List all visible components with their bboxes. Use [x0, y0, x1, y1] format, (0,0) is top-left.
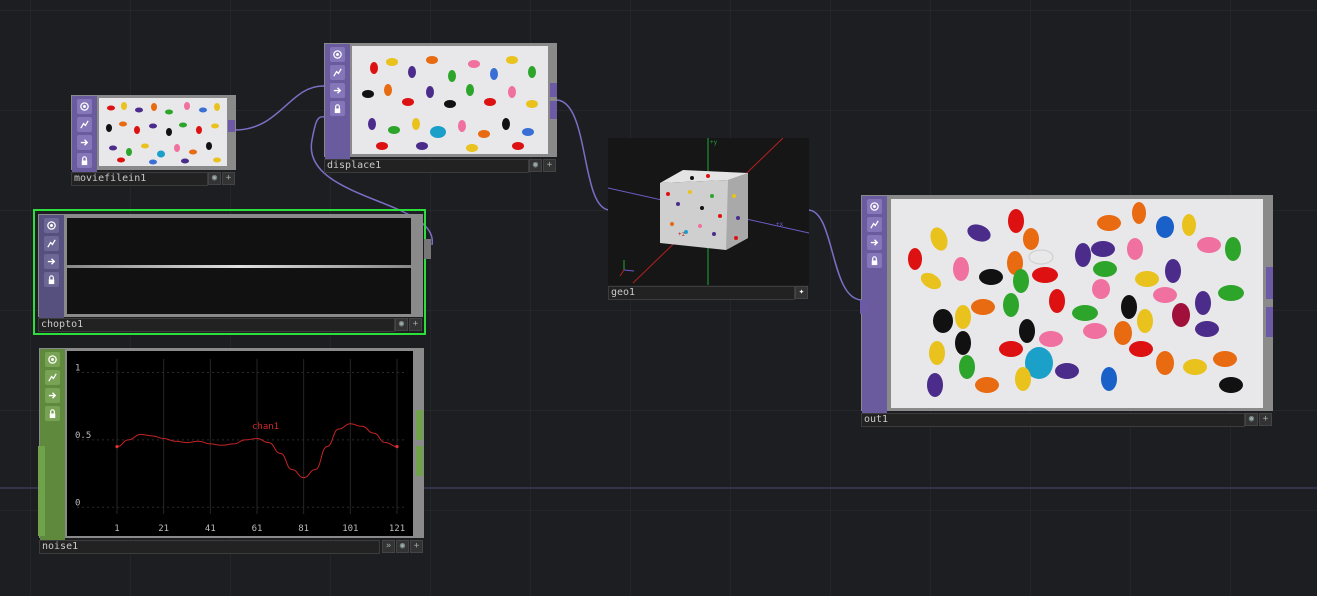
- noise-chart: 00.51 1 21 41 61 81 101 121 chan1: [75, 359, 405, 534]
- node-flags: [72, 96, 97, 172]
- data-strip: [67, 265, 411, 268]
- bypass-icon[interactable]: [44, 236, 59, 251]
- viewer-displace1: [352, 46, 548, 154]
- input-port[interactable]: [38, 446, 45, 536]
- output-port-2[interactable]: [416, 446, 423, 476]
- y-tick-label: 0.5: [75, 431, 91, 441]
- chart-x-ticks: 1 21 41 61 81 101 121: [114, 524, 405, 534]
- output-port[interactable]: [424, 239, 431, 259]
- axis-label-z: +z: [678, 231, 686, 238]
- viewer-icon[interactable]: [45, 352, 60, 367]
- bypass-icon[interactable]: [45, 370, 60, 385]
- cook-arrow-icon[interactable]: [44, 254, 59, 269]
- output-port[interactable]: [228, 120, 235, 132]
- viewer-icon[interactable]: [330, 47, 345, 62]
- x-tick-label: 61: [252, 524, 263, 534]
- series-endpoint: [115, 445, 119, 449]
- node-noise1[interactable]: 0 0.5 1 1 21 41 61 81 101 121 chan1 noise1 » ◉ +: [38, 348, 424, 554]
- lock-icon[interactable]: [77, 153, 92, 168]
- wire-displace-geo: [555, 99, 611, 211]
- bypass-icon[interactable]: [867, 217, 882, 232]
- output-port-2[interactable]: [1266, 307, 1273, 337]
- bypass-icon[interactable]: [77, 117, 92, 132]
- chart-grid: [77, 359, 405, 514]
- viewer-moviefilein1: [99, 98, 227, 166]
- node-name-label[interactable]: out1: [861, 413, 1245, 427]
- node-moviefilein1[interactable]: moviefilein1 ◉ +: [71, 95, 236, 187]
- viewer-geo1: +y +x +z: [608, 138, 809, 285]
- node-name-label[interactable]: moviefilein1: [71, 172, 208, 186]
- geo-viewport: +y +x +z: [608, 138, 809, 285]
- x-tick-label: 21: [158, 524, 169, 534]
- viewer-icon[interactable]: [77, 99, 92, 114]
- lock-icon[interactable]: [867, 253, 882, 268]
- node-out1[interactable]: out1 ◉ +: [860, 195, 1273, 427]
- viewer-toggle-icon[interactable]: ◉: [529, 159, 542, 172]
- node-displace1[interactable]: displace1 ◉ +: [324, 43, 557, 173]
- x-tick-label: 121: [389, 524, 405, 534]
- cook-arrow-icon[interactable]: [45, 388, 60, 403]
- viewer-icon[interactable]: [867, 199, 882, 214]
- plus-icon[interactable]: ✦: [795, 286, 808, 299]
- output-port[interactable]: [550, 83, 557, 97]
- cook-arrow-icon[interactable]: [330, 83, 345, 98]
- lock-icon[interactable]: [45, 406, 60, 421]
- node-geo1[interactable]: +y +x +z geo1 ✦: [608, 138, 809, 300]
- axis-gizmo-icon: [619, 260, 635, 277]
- jellybeans-image: [106, 102, 221, 165]
- node-name-label[interactable]: displace1: [324, 159, 529, 173]
- plus-icon[interactable]: +: [543, 159, 556, 172]
- jellybeans-image: [908, 202, 1244, 397]
- viewer-toggle-icon[interactable]: ◉: [395, 318, 408, 331]
- wire-moviefilein-displace: [234, 85, 325, 131]
- plus-icon[interactable]: +: [1259, 413, 1272, 426]
- plus-icon[interactable]: +: [222, 172, 235, 185]
- viewer-icon[interactable]: [44, 218, 59, 233]
- x-tick-label: 101: [342, 524, 358, 534]
- y-tick-label: 1: [75, 363, 80, 373]
- node-name-label[interactable]: chopto1: [38, 318, 395, 332]
- node-name-label[interactable]: noise1: [39, 540, 380, 554]
- viewer-noise1: 0 0.5 1 1 21 41 61 81 101 121 chan1: [67, 351, 413, 536]
- plus-icon[interactable]: +: [409, 318, 422, 331]
- x-tick-label: 41: [205, 524, 216, 534]
- output-port[interactable]: [416, 410, 423, 440]
- output-port-2[interactable]: [550, 101, 557, 119]
- channel-label: chan1: [252, 422, 279, 432]
- bypass-icon[interactable]: [330, 65, 345, 80]
- chart-y-ticks: 00.51: [75, 363, 91, 508]
- jellybeans-image: [362, 56, 538, 152]
- node-chopto1[interactable]: chopto1 ◉ +: [33, 209, 431, 337]
- viewer-toggle-icon[interactable]: ◉: [396, 540, 409, 553]
- viewer-toggle-icon[interactable]: ◉: [1245, 413, 1258, 426]
- axis-label-y: +y: [710, 139, 718, 146]
- viewer-out1: [891, 199, 1263, 408]
- output-port[interactable]: [1266, 267, 1273, 299]
- y-tick-label: 0: [75, 498, 80, 508]
- node-flags: [39, 215, 64, 319]
- series-endpoint: [395, 445, 399, 449]
- input-port[interactable]: [860, 300, 867, 314]
- viewer-chopto1: [67, 218, 411, 314]
- lock-icon[interactable]: [330, 101, 345, 116]
- x-tick-label: 81: [298, 524, 309, 534]
- cook-arrow-icon[interactable]: [77, 135, 92, 150]
- viewer-toggle-icon[interactable]: ◉: [208, 172, 221, 185]
- bypass-toggle-icon[interactable]: »: [382, 540, 395, 553]
- cook-arrow-icon[interactable]: [867, 235, 882, 250]
- x-tick-label: 1: [114, 524, 119, 534]
- node-flags: [325, 44, 350, 159]
- lock-icon[interactable]: [44, 272, 59, 287]
- node-name-label[interactable]: geo1: [608, 286, 795, 300]
- axis-label-x: +x: [776, 221, 784, 228]
- plus-icon[interactable]: +: [410, 540, 423, 553]
- wire-geo-out: [807, 209, 863, 301]
